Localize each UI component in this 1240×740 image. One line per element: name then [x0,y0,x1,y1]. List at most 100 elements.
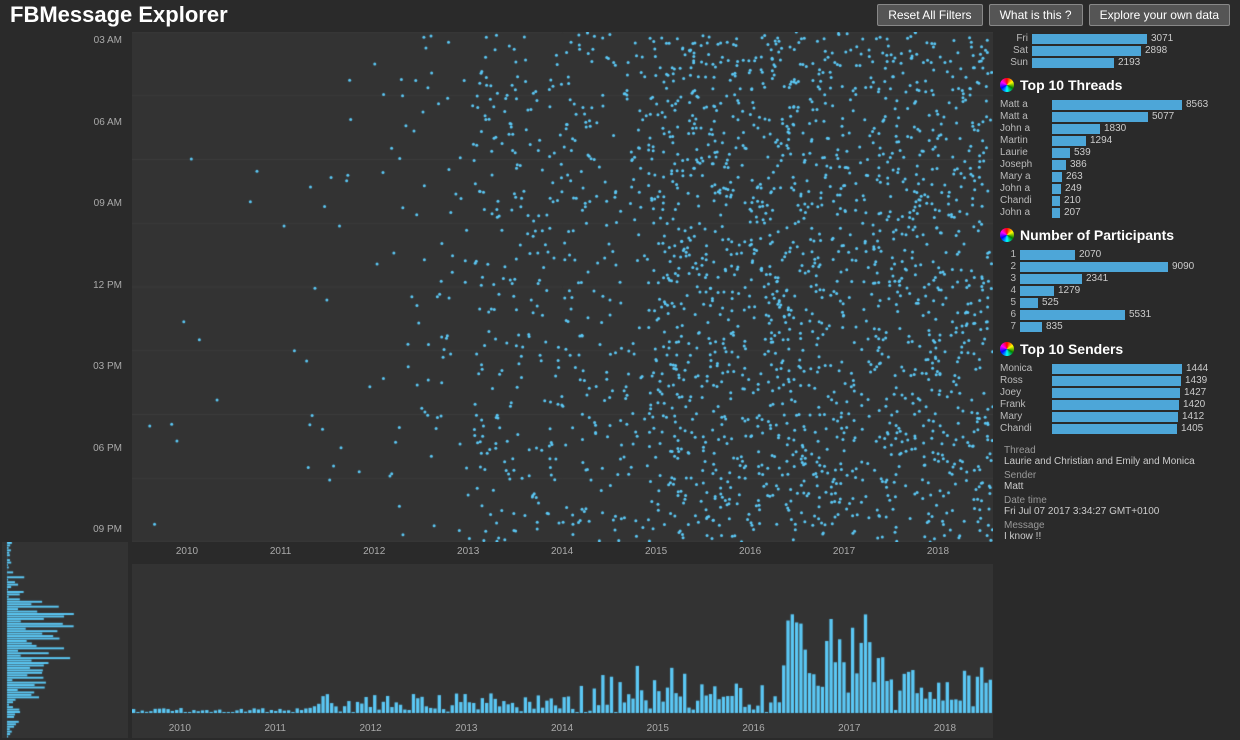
sender-item[interactable]: Joey 1427 [1000,387,1235,398]
participant-item[interactable]: 7 835 [1000,321,1235,332]
participant-count: 835 [1046,321,1063,332]
thread-count: 263 [1066,171,1083,182]
senders-list: Monica 1444 Ross 1439 Joey 1427 Frank 14… [1000,362,1235,435]
thread-count: 210 [1064,195,1081,206]
day-value: 2898 [1145,45,1167,56]
top-senders-icon [1000,342,1014,356]
participant-item[interactable]: 5 525 [1000,297,1235,308]
left-panel: 03 AM 06 AM 09 AM 12 PM 03 PM 06 PM 09 P… [0,30,130,740]
year-2016: 2016 [739,546,761,560]
what-is-this-button[interactable]: What is this ? [989,4,1083,26]
sender-item[interactable]: Monica 1444 [1000,363,1235,374]
sender-name: Ross [1000,375,1048,386]
sender-bar [1052,412,1178,422]
participant-item[interactable]: 6 5531 [1000,309,1235,320]
header-buttons: Reset All Filters What is this ? Explore… [877,4,1230,26]
main-layout: 03 AM 06 AM 09 AM 12 PM 03 PM 06 PM 09 P… [0,30,1240,740]
participant-bar [1020,262,1168,272]
scatter-canvas [132,32,993,542]
datetime-key: Date time [1004,495,1231,506]
thread-item[interactable]: Chandi 210 [1000,195,1235,206]
participant-item[interactable]: 1 2070 [1000,249,1235,260]
explore-own-data-button[interactable]: Explore your own data [1089,4,1230,26]
participant-item[interactable]: 3 2341 [1000,273,1235,284]
thread-count: 386 [1070,159,1087,170]
time-label-9pm: 09 PM [5,524,130,535]
app-title: FBMessage Explorer [10,2,228,28]
participant-num: 7 [1000,321,1016,332]
thread-item[interactable]: Matt a 8563 [1000,99,1235,110]
top-senders-header: Top 10 Senders [1000,341,1235,357]
year-2012: 2012 [363,546,385,560]
year-2013: 2013 [457,546,479,560]
thread-item[interactable]: John a 1830 [1000,123,1235,134]
left-histogram[interactable] [2,542,128,738]
participant-num: 2 [1000,261,1016,272]
thread-name: Matt a [1000,111,1048,122]
thread-item[interactable]: Martin 1294 [1000,135,1235,146]
participant-count: 525 [1042,297,1059,308]
participant-item[interactable]: 2 9090 [1000,261,1235,272]
days-section: Fri 3071 Sat 2898 Sun 2193 [1000,32,1235,69]
day-value: 2193 [1118,57,1140,68]
participant-count: 2070 [1079,249,1101,260]
sender-count: 1439 [1185,375,1207,386]
timeline-brush[interactable]: 2010 2011 2012 2013 2014 2015 2016 2017 … [132,564,993,738]
sender-item[interactable]: Ross 1439 [1000,375,1235,386]
thread-item[interactable]: Matt a 5077 [1000,111,1235,122]
thread-bar [1052,148,1070,158]
thread-item[interactable]: Joseph 386 [1000,159,1235,170]
sender-count: 1412 [1182,411,1204,422]
participant-count: 9090 [1172,261,1194,272]
message-val: I know !! [1004,531,1231,542]
thread-count: 1830 [1104,123,1126,134]
message-detail: Thread Laurie and Christian and Emily an… [1000,441,1235,549]
thread-bar [1052,196,1060,206]
timeline-x-labels: 2010 2011 2012 2013 2014 2015 2016 2017 … [132,723,993,734]
top-threads-title: Top 10 Threads [1020,77,1122,93]
thread-bar [1052,208,1060,218]
day-label: Fri [1000,33,1028,44]
sender-count: 1420 [1183,399,1205,410]
thread-count: 1294 [1090,135,1112,146]
year-2010: 2010 [176,546,198,560]
thread-item[interactable]: John a 207 [1000,207,1235,218]
sender-name: Mary [1000,411,1048,422]
thread-bar [1052,124,1100,134]
day-bar [1032,34,1147,44]
participant-bar [1020,322,1042,332]
thread-item[interactable]: Laurie 539 [1000,147,1235,158]
timeline-canvas [132,564,993,738]
sender-name: Monica [1000,363,1048,374]
sender-item[interactable]: Chandi 1405 [1000,423,1235,434]
thread-count: 8563 [1186,99,1208,110]
reset-filters-button[interactable]: Reset All Filters [877,4,982,26]
participant-item[interactable]: 4 1279 [1000,285,1235,296]
message-key: Message [1004,520,1231,531]
participant-count: 2341 [1086,273,1108,284]
top-threads-header: Top 10 Threads [1000,77,1235,93]
sender-count: 1444 [1186,363,1208,374]
participant-bar [1020,250,1075,260]
thread-name: Mary a [1000,171,1048,182]
thread-name: John a [1000,123,1048,134]
sender-item[interactable]: Frank 1420 [1000,399,1235,410]
thread-name: John a [1000,183,1048,194]
participant-num: 3 [1000,273,1016,284]
thread-item[interactable]: John a 249 [1000,183,1235,194]
time-label-6am: 06 AM [5,117,130,128]
sender-bar [1052,364,1182,374]
sender-val: Matt [1004,481,1231,492]
participant-bar [1020,274,1082,284]
scatter-plot[interactable] [132,32,993,542]
right-panel: Fri 3071 Sat 2898 Sun 2193 Top 10 Thread… [995,30,1240,740]
participant-bar [1020,310,1125,320]
participant-num: 4 [1000,285,1016,296]
thread-name: Martin [1000,135,1048,146]
thread-item[interactable]: Mary a 263 [1000,171,1235,182]
sender-key: Sender [1004,470,1231,481]
year-2014: 2014 [551,546,573,560]
sender-item[interactable]: Mary 1412 [1000,411,1235,422]
participant-count: 5531 [1129,309,1151,320]
day-bar [1032,46,1141,56]
